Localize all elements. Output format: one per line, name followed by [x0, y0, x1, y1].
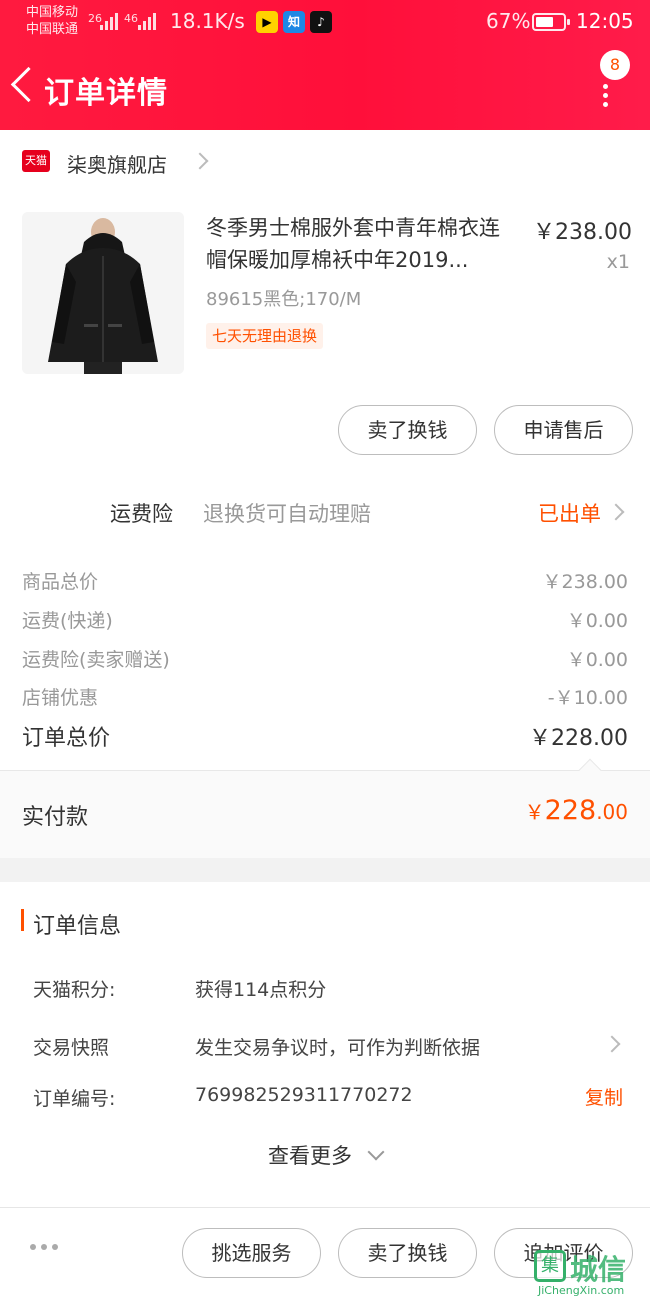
product-image[interactable] [22, 212, 184, 374]
info-key[interactable]: 交易快照 [33, 1033, 109, 1060]
signal-icon [100, 10, 118, 30]
product-price: ￥238.00 [533, 220, 632, 245]
network-speed: 18.1K/s [170, 9, 245, 33]
carrier-1: 中国移动 [26, 5, 79, 20]
carrier-2: 中国联通 [26, 22, 79, 37]
watermark-text: 城信 [570, 1253, 627, 1286]
copy-button[interactable]: 复制 [585, 1083, 623, 1110]
shipping-insurance-label: 运费险 [110, 502, 173, 526]
battery-icon [532, 13, 570, 31]
tencent-video-icon: ▶ [256, 11, 278, 33]
order-card: 天猫 柒奥旗舰店 冬季男士棉服外套中青年棉衣连帽保暖加厚棉袄中年2019... … [0, 130, 650, 770]
chevron-right-icon[interactable] [191, 152, 209, 170]
carrier-info: 中国移动 中国联通 [26, 4, 78, 38]
back-arrow-icon[interactable] [10, 64, 40, 108]
paid-amount-row: 实付款 ￥228.00 [0, 758, 650, 858]
tiktok-icon: ♪ [310, 11, 332, 33]
message-count-badge: 8 [600, 50, 630, 80]
paid-decimal: .00 [596, 800, 628, 824]
fee-value: ￥0.00 [566, 649, 628, 671]
product-title[interactable]: 冬季男士棉服外套中青年棉衣连帽保暖加厚棉袄中年2019... [206, 212, 516, 276]
product-quantity: x1 [606, 251, 630, 273]
info-key: 天猫积分: [33, 979, 116, 1001]
return-policy-tag: 七天无理由退换 [206, 323, 324, 349]
zhihu-icon: 知 [283, 11, 305, 33]
info-value[interactable]: 发生交易争议时，可作为判断依据 [195, 1033, 480, 1060]
product-sku: 89615黑色;170/M [206, 289, 362, 310]
site-watermark: 集 城信 JiChengXin.com [534, 1248, 650, 1300]
shipping-insurance-status[interactable]: 已出单 [538, 498, 601, 528]
signal-icon [138, 10, 156, 30]
order-number: 769982529311770272 [195, 1084, 413, 1106]
fee-label: 店铺优惠 [22, 687, 99, 709]
fee-label: 运费险(卖家赠送) [22, 649, 170, 671]
page-title: 订单详情 [44, 76, 168, 111]
resell-button[interactable]: 卖了换钱 [338, 405, 477, 455]
section-accent-bar [21, 909, 24, 931]
network-type-2: 46 [124, 12, 138, 25]
info-key: 订单编号: [33, 1088, 116, 1110]
jacket-image [22, 212, 184, 374]
shipping-insurance-desc: 退换货可自动理赔 [203, 502, 371, 526]
chevron-down-icon [367, 1143, 385, 1161]
paid-integer: 228 [544, 795, 597, 826]
select-service-button[interactable]: 挑选服务 [182, 1228, 321, 1278]
watermark-url: JiChengXin.com [538, 1284, 625, 1297]
fee-value: -￥10.00 [547, 687, 628, 709]
chevron-right-icon[interactable] [603, 1035, 621, 1053]
clock: 12:05 [576, 9, 634, 33]
order-total-label: 订单总价 [22, 726, 111, 751]
chevron-right-icon[interactable] [607, 503, 625, 521]
watermark-logo: 集 [534, 1250, 566, 1282]
resell-button[interactable]: 卖了换钱 [338, 1228, 477, 1278]
fee-label: 商品总价 [22, 571, 99, 593]
store-name[interactable]: 柒奥旗舰店 [67, 149, 167, 178]
info-value: 获得114点积分 [195, 979, 327, 1001]
order-info-section: 订单信息 天猫积分: 获得114点积分 交易快照 发生交易争议时，可作为判断依据… [0, 882, 650, 1207]
after-sales-button[interactable]: 申请售后 [494, 405, 633, 455]
more-menu-button[interactable]: 8 [596, 50, 636, 107]
more-dots-icon [603, 84, 611, 107]
fee-label: 运费(快递) [22, 610, 113, 632]
top-header: 中国移动 中国联通 26 46 18.1K/s ▶ 知 ♪ 67% 12:05 … [0, 0, 650, 130]
more-actions-icon[interactable] [30, 1244, 58, 1250]
order-info-title: 订单信息 [33, 914, 122, 939]
paid-amount: ￥228.00 [525, 795, 628, 826]
battery-percent: 67% [486, 9, 531, 33]
fee-value: ￥238.00 [542, 571, 628, 593]
status-bar: 中国移动 中国联通 26 46 18.1K/s ▶ 知 ♪ 67% 12:05 [0, 0, 650, 42]
fee-value: ￥0.00 [566, 610, 628, 632]
paid-label: 实付款 [22, 805, 89, 830]
paid-currency: ￥ [524, 800, 545, 824]
see-more-button[interactable]: 查看更多 [0, 1140, 650, 1170]
order-total-value: ￥228.00 [529, 726, 628, 751]
see-more-label: 查看更多 [268, 1144, 352, 1168]
tmall-logo: 天猫 [22, 150, 50, 172]
